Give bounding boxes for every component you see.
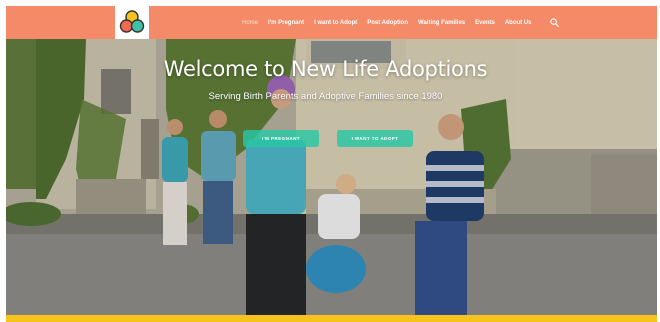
nav-events[interactable]: Events bbox=[475, 20, 495, 26]
nav-home[interactable]: Home bbox=[242, 20, 258, 26]
search-icon[interactable] bbox=[550, 18, 559, 27]
main-nav: Home I'm Pregnant I want to Adopt Post A… bbox=[242, 6, 542, 39]
page: Home I'm Pregnant I want to Adopt Post A… bbox=[0, 0, 660, 322]
logo[interactable] bbox=[115, 6, 149, 39]
i-want-to-adopt-button[interactable]: I WANT TO ADOPT bbox=[337, 130, 413, 147]
im-pregnant-button[interactable]: I'M PREGNANT bbox=[243, 130, 319, 147]
site-header: Home I'm Pregnant I want to Adopt Post A… bbox=[6, 6, 657, 39]
nav-waiting-families[interactable]: Waiting Families bbox=[418, 20, 465, 26]
nav-im-pregnant[interactable]: I'm Pregnant bbox=[268, 20, 304, 26]
nav-i-want-to-adopt[interactable]: I want to Adopt bbox=[314, 20, 357, 26]
hero-title: Welcome to New Life Adoptions bbox=[163, 57, 488, 81]
hero-subtitle: Serving Birth Parents and Adoptive Famil… bbox=[208, 91, 443, 102]
nav-post-adoption[interactable]: Post Adoption bbox=[367, 20, 408, 26]
nav-about-us[interactable]: About Us bbox=[505, 20, 532, 26]
bottom-accent-bar bbox=[6, 315, 657, 322]
logo-icon bbox=[119, 10, 145, 33]
